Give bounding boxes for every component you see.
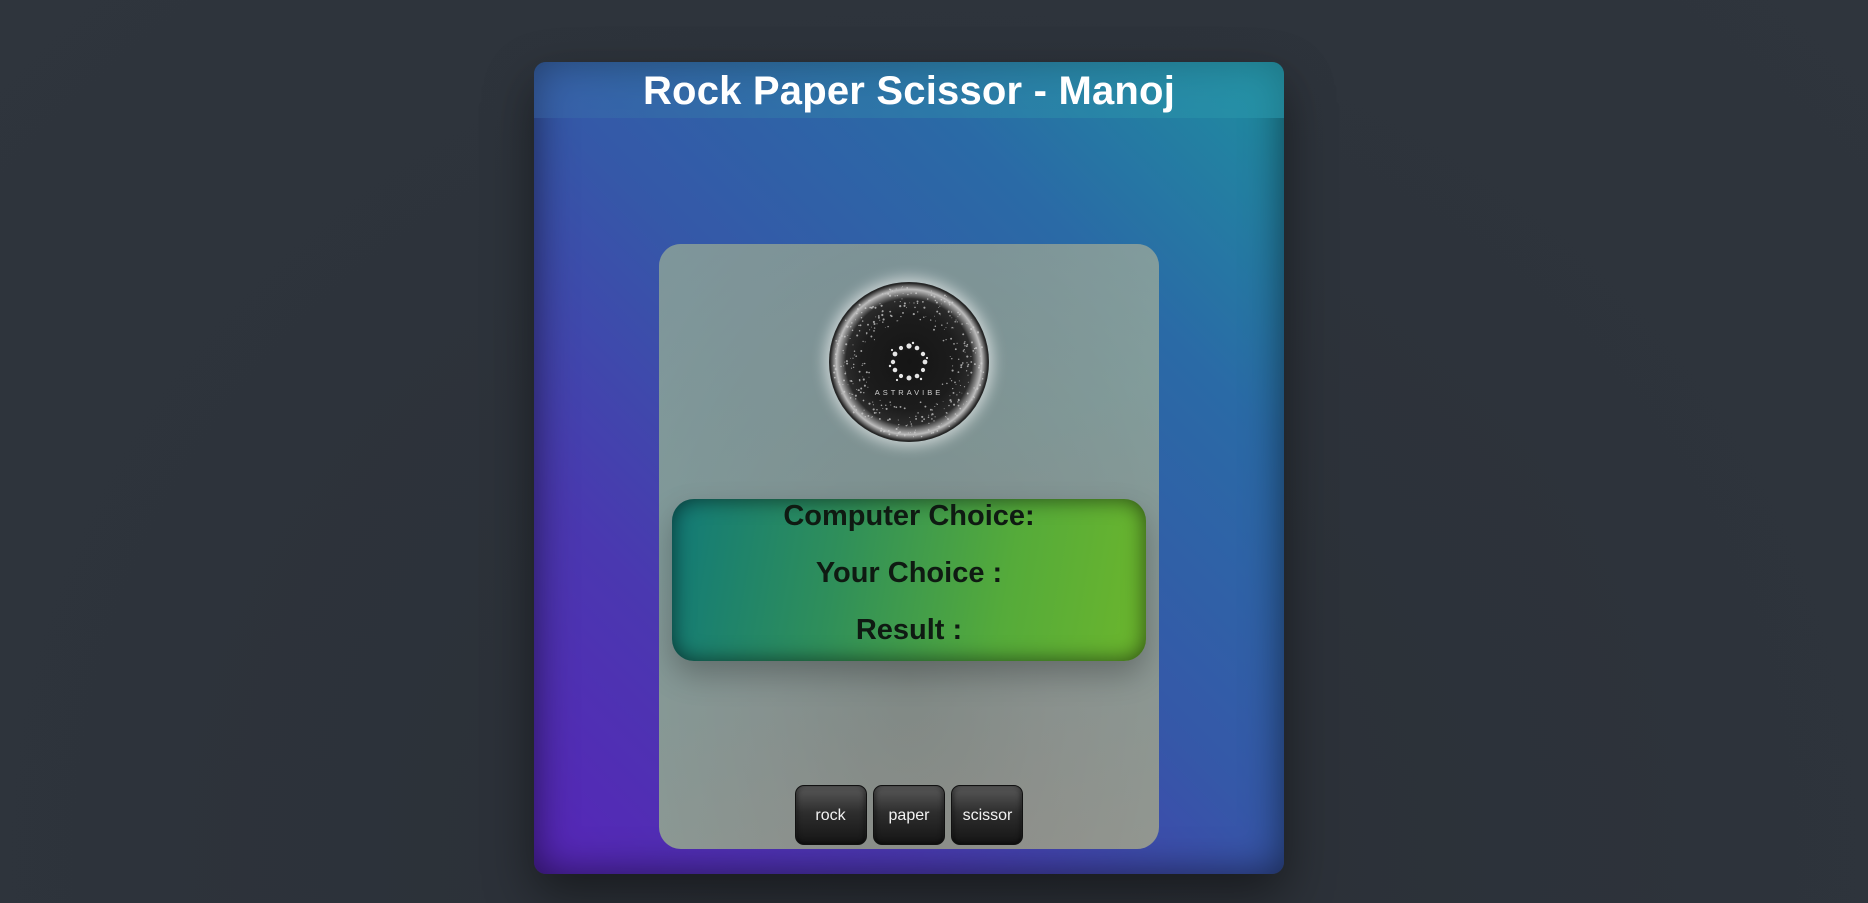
logo-text: ASTRAVIBE (875, 388, 944, 397)
astravibe-logo-icon: ASTRAVIBE (829, 282, 989, 442)
status-panel: Computer Choice: Your Choice : Result : (672, 499, 1146, 661)
rock-button[interactable]: rock (794, 785, 867, 845)
paper-button[interactable]: paper (873, 785, 945, 845)
game-card: ASTRAVIBE Computer Choice: Your Choice :… (659, 244, 1159, 849)
your-choice-label: Your Choice : (815, 557, 1003, 589)
game-container: Rock Paper Scissor - Manoj ASTRAVIBE Com… (534, 62, 1284, 874)
computer-choice-label: Computer Choice: (783, 500, 1035, 532)
scissor-button[interactable]: scissor (951, 785, 1024, 845)
logo-graphic: ASTRAVIBE (830, 283, 988, 441)
title-bar: Rock Paper Scissor - Manoj (534, 62, 1284, 118)
result-label: Result : (855, 614, 963, 646)
choice-buttons: rock paper scissor (659, 785, 1159, 849)
page-title: Rock Paper Scissor - Manoj (642, 69, 1176, 113)
